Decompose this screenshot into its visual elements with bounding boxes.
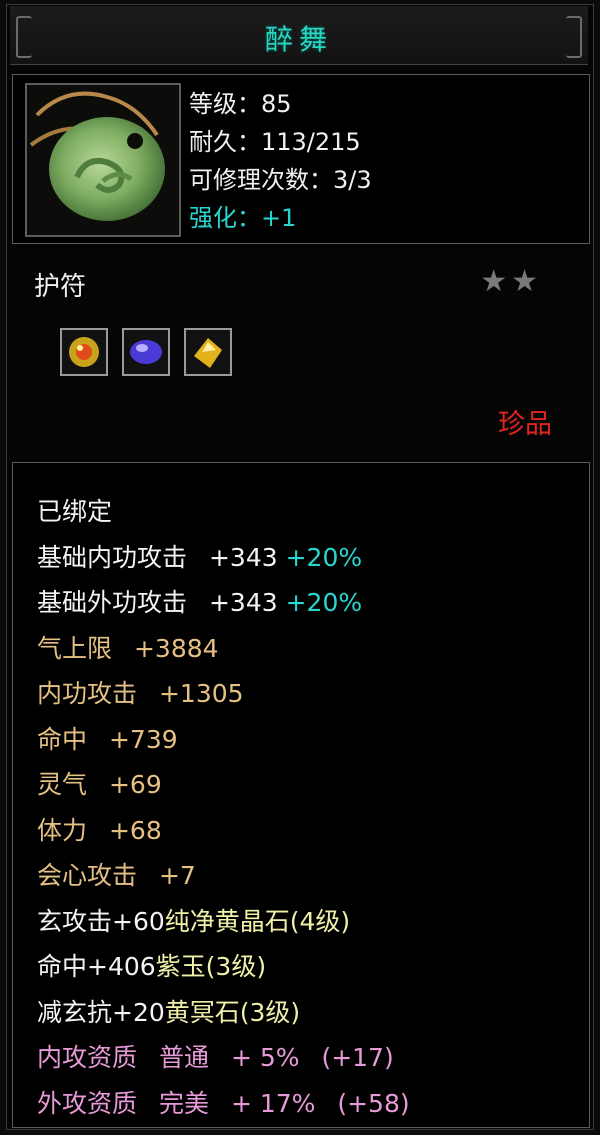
attributes-panel: 已绑定 基础内功攻击 +343 +20% 基础外功攻击 +343 +20% 气上… (12, 462, 590, 1128)
purple-jade-gem-icon (130, 340, 162, 364)
attribute-row: 命中 +739 (37, 724, 178, 754)
item-meta: 护符 ★★ 珍品 (12, 250, 588, 450)
yellow-stone-gem-icon (194, 338, 222, 368)
rarity-label: 珍品 (498, 409, 552, 440)
attribute-row: 会心攻击 +7 (37, 861, 196, 890)
attribute-row: 体力 +68 (37, 815, 162, 845)
gem-slot-3[interactable] (184, 328, 232, 376)
title-bar: 醉舞 (10, 6, 588, 65)
durability-text: 耐久：113/215 (189, 128, 361, 156)
attribute-row: 气上限 +3884 (37, 633, 219, 663)
item-type: 护符 (34, 272, 87, 302)
attribute-list: 已绑定 基础内功攻击 +343 +20% 基础外功攻击 +343 +20% 气上… (37, 489, 410, 1126)
star-rating: ★★ (480, 264, 542, 299)
attribute-row: 基础外功攻击 +343 +20% (37, 588, 363, 617)
item-icon (25, 83, 181, 237)
citrine-gem-icon (69, 337, 99, 367)
enhance-text: 强化：+1 (189, 204, 297, 232)
aptitude-row: 外攻资质 完美 + 17% (+58) (37, 1088, 410, 1118)
gem-effect-row: 命中+406紫玉(3级) (37, 952, 267, 981)
gem-effect-row: 玄攻击+60纯净黄晶石(4级) (37, 906, 351, 936)
gem-slot-2[interactable] (122, 328, 170, 376)
item-header-panel: 等级：85 耐久：113/215 可修理次数：3/3 强化：+1 (12, 74, 590, 244)
item-stats: 等级：85 耐久：113/215 可修理次数：3/3 强化：+1 (189, 85, 372, 237)
repair-count-text: 可修理次数：3/3 (189, 166, 372, 194)
title-ornament-right (566, 16, 582, 58)
attribute-row: 基础内功攻击 +343 +20% (37, 542, 363, 572)
attribute-row: 内功攻击 +1305 (37, 679, 244, 708)
aptitude-row: 内攻资质 普通 + 5% (+17) (37, 1043, 394, 1072)
level-text: 等级：85 (189, 90, 292, 118)
jade-amulet-icon (29, 91, 165, 221)
attribute-row: 灵气 +69 (37, 770, 162, 799)
gem-slot-1[interactable] (60, 328, 108, 376)
bound-status: 已绑定 (37, 497, 113, 526)
item-title: 醉舞 (264, 23, 333, 56)
gem-effect-row: 减玄抗+20黄冥石(3级) (37, 997, 301, 1027)
